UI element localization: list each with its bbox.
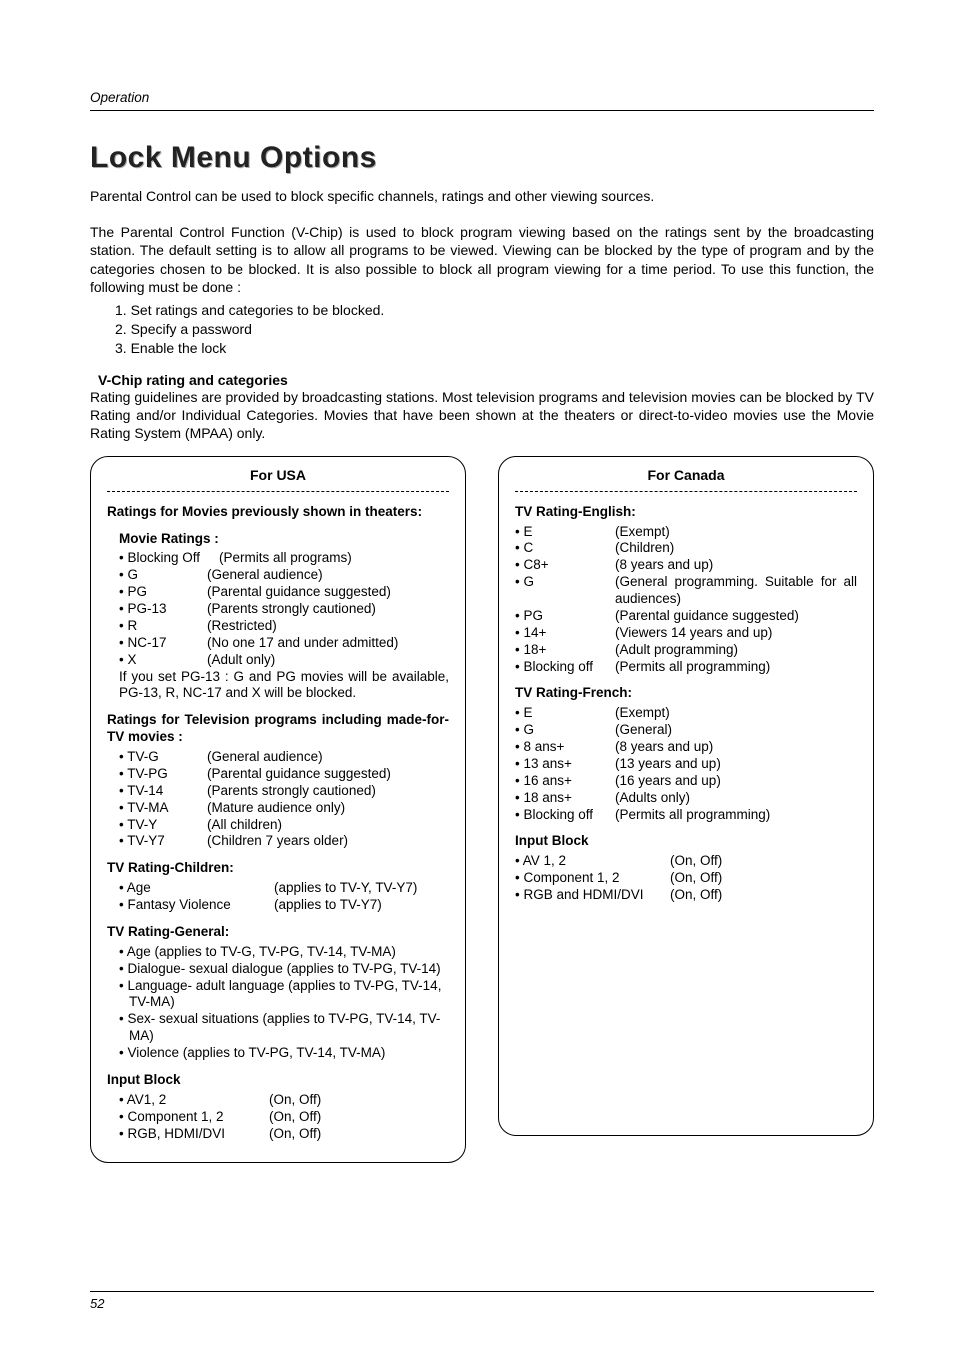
paragraph-1: The Parental Control Function (V-Chip) i… [90, 223, 874, 296]
canada-box: For Canada TV Rating-English: • E(Exempt… [498, 456, 874, 1136]
tv-rating-row: • TV-Y7(Children 7 years older) [119, 833, 449, 850]
can-eng-heading: TV Rating-English: [515, 504, 857, 521]
can-input-list: • AV 1, 2(On, Off) • Component 1, 2(On, … [515, 853, 857, 904]
general-item: • Sex- sexual situations (applies to TV-… [119, 1011, 449, 1045]
steps-list: 1. Set ratings and categories to be bloc… [115, 301, 874, 358]
step-3: 3. Enable the lock [115, 339, 874, 358]
can-fr-row: • E(Exempt) [515, 705, 857, 722]
can-input-row: • RGB and HDMI/DVI(On, Off) [515, 887, 857, 904]
movie-rating-row: • R(Restricted) [119, 618, 449, 635]
movie-rating-row: • PG-13(Parents strongly cautioned) [119, 601, 449, 618]
can-eng-row: • PG(Parental guidance suggested) [515, 608, 857, 625]
tv-rating-row: • TV-Y(All children) [119, 817, 449, 834]
can-eng-row: • C8+(8 years and up) [515, 557, 857, 574]
general-item: • Language- adult language (applies to T… [119, 978, 449, 1012]
movie-rating-row: • X(Adult only) [119, 652, 449, 669]
canada-box-title: For Canada [515, 467, 857, 492]
can-eng-row: • 18+(Adult programming) [515, 642, 857, 659]
children-heading: TV Rating-Children: [107, 860, 449, 877]
tv-rating-row: • TV-MA(Mature audience only) [119, 800, 449, 817]
general-item: • Dialogue- sexual dialogue (applies to … [119, 961, 449, 978]
can-fr-list: • E(Exempt) • G(General) • 8 ans+(8 year… [515, 705, 857, 823]
movie-ratings-list: • Blocking Off(Permits all programs) • G… [119, 550, 449, 668]
usa-movies-heading: Ratings for Movies previously shown in t… [107, 504, 449, 521]
movie-rating-row: • G(General audience) [119, 567, 449, 584]
input-row: • AV1, 2(On, Off) [119, 1092, 449, 1109]
can-eng-row: • G(General programming. Suitable for al… [515, 574, 857, 608]
tv-rating-row: • TV-G(General audience) [119, 749, 449, 766]
page-number: 52 [90, 1291, 874, 1311]
vchip-paragraph: Rating guidelines are provided by broadc… [90, 388, 874, 443]
general-item: • Violence (applies to TV-PG, TV-14, TV-… [119, 1045, 449, 1062]
can-fr-row: • G(General) [515, 722, 857, 739]
can-input-heading: Input Block [515, 833, 857, 850]
movie-rating-row: • Blocking Off(Permits all programs) [119, 550, 449, 567]
header-section: Operation [90, 90, 874, 111]
can-eng-row: • C(Children) [515, 540, 857, 557]
input-row: • RGB, HDMI/DVI(On, Off) [119, 1126, 449, 1143]
input-row: • Component 1, 2(On, Off) [119, 1109, 449, 1126]
can-fr-row: • 16 ans+(16 years and up) [515, 773, 857, 790]
can-eng-row: • E(Exempt) [515, 524, 857, 541]
general-heading: TV Rating-General: [107, 924, 449, 941]
usa-box-title: For USA [107, 467, 449, 492]
tv-rating-row: • TV-PG(Parental guidance suggested) [119, 766, 449, 783]
children-list: • Age(applies to TV-Y, TV-Y7) • Fantasy … [119, 880, 449, 914]
usa-box: For USA Ratings for Movies previously sh… [90, 456, 466, 1163]
step-1: 1. Set ratings and categories to be bloc… [115, 301, 874, 320]
movie-rating-row: • NC-17(No one 17 and under admitted) [119, 635, 449, 652]
can-eng-row: • 14+(Viewers 14 years and up) [515, 625, 857, 642]
can-fr-row: • 13 ans+(13 years and up) [515, 756, 857, 773]
step-2: 2. Specify a password [115, 320, 874, 339]
page-title: Lock Menu Options [90, 141, 874, 175]
usa-input-list: • AV1, 2(On, Off) • Component 1, 2(On, O… [119, 1092, 449, 1143]
can-input-row: • Component 1, 2(On, Off) [515, 870, 857, 887]
vchip-heading: V-Chip rating and categories [98, 372, 874, 388]
usa-tv-heading: Ratings for Television programs includin… [107, 712, 449, 746]
movie-ratings-label: Movie Ratings : [119, 531, 449, 548]
children-row: • Fantasy Violence(applies to TV-Y7) [119, 897, 449, 914]
general-item: • Age (applies to TV-G, TV-PG, TV-14, TV… [119, 944, 449, 961]
tv-rating-row: • TV-14(Parents strongly cautioned) [119, 783, 449, 800]
can-eng-list: • E(Exempt) • C(Children) • C8+(8 years … [515, 524, 857, 676]
children-row: • Age(applies to TV-Y, TV-Y7) [119, 880, 449, 897]
can-fr-row: • 8 ans+(8 years and up) [515, 739, 857, 756]
tv-ratings-list: • TV-G(General audience) • TV-PG(Parenta… [119, 749, 449, 850]
can-input-row: • AV 1, 2(On, Off) [515, 853, 857, 870]
movie-rating-row: • PG(Parental guidance suggested) [119, 584, 449, 601]
can-fr-heading: TV Rating-French: [515, 685, 857, 702]
intro-text: Parental Control can be used to block sp… [90, 187, 874, 205]
movie-note: If you set PG-13 : G and PG movies will … [119, 669, 449, 703]
general-list: • Age (applies to TV-G, TV-PG, TV-14, TV… [107, 944, 449, 1062]
can-fr-row: • Blocking off(Permits all programming) [515, 807, 857, 824]
usa-input-heading: Input Block [107, 1072, 449, 1089]
can-fr-row: • 18 ans+(Adults only) [515, 790, 857, 807]
can-eng-row: • Blocking off(Permits all programming) [515, 659, 857, 676]
